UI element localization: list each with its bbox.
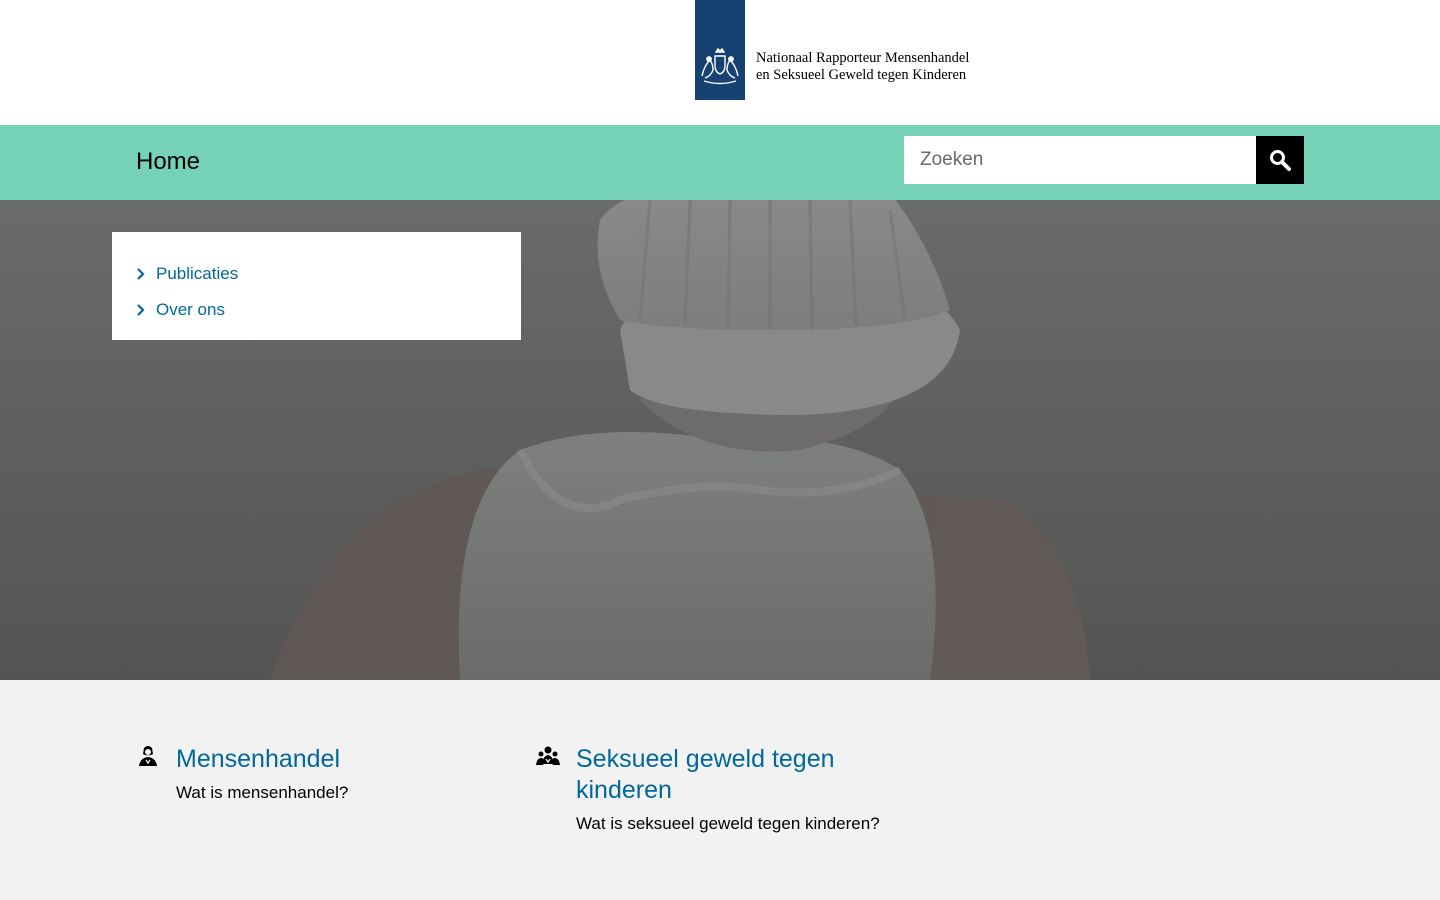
topics-section: Mensenhandel Wat is mensenhandel? Seksue…: [0, 680, 1440, 900]
topic-title-link[interactable]: Seksueel geweld tegen kinderen: [576, 744, 876, 806]
royal-coat-of-arms-icon: [701, 47, 739, 85]
logo-line-2: en Seksueel Geweld tegen Kinderen: [756, 67, 967, 83]
site-header: Nationaal Rapporteur Mensenhandel en Sek…: [0, 0, 1440, 125]
hero-quick-menu: Publicaties Over ons: [112, 232, 521, 340]
topic-description: Wat is seksueel geweld tegen kinderen?: [576, 814, 880, 833]
group-figures-icon: [536, 744, 560, 768]
topic-title-link[interactable]: Mensenhandel: [176, 744, 476, 775]
chevron-right-icon: [136, 304, 156, 316]
search-input[interactable]: [904, 136, 1256, 184]
topic-seksueel-geweld: Seksueel geweld tegen kinderen Wat is se…: [536, 744, 916, 844]
hero-banner: Publicaties Over ons: [0, 200, 1440, 680]
chevron-right-icon: [136, 268, 156, 280]
search-button[interactable]: [1256, 136, 1304, 184]
topic-mensenhandel: Mensenhandel Wat is mensenhandel?: [136, 744, 496, 804]
menu-item-over-ons[interactable]: Over ons: [136, 292, 521, 328]
search-icon: [1270, 150, 1291, 171]
menu-item-publicaties[interactable]: Publicaties: [136, 256, 521, 292]
logo-link[interactable]: [695, 0, 745, 100]
logo-text: Nationaal Rapporteur Mensenhandel en Sek…: [756, 50, 969, 84]
woman-figure-icon: [136, 744, 160, 768]
menu-item-label: Publicaties: [156, 264, 239, 283]
nav-home-link[interactable]: Home: [136, 147, 200, 177]
topic-description: Wat is mensenhandel?: [176, 783, 349, 802]
logo-line-1: Nationaal Rapporteur Mensenhandel: [756, 50, 970, 66]
menu-item-label: Over ons: [156, 300, 225, 319]
